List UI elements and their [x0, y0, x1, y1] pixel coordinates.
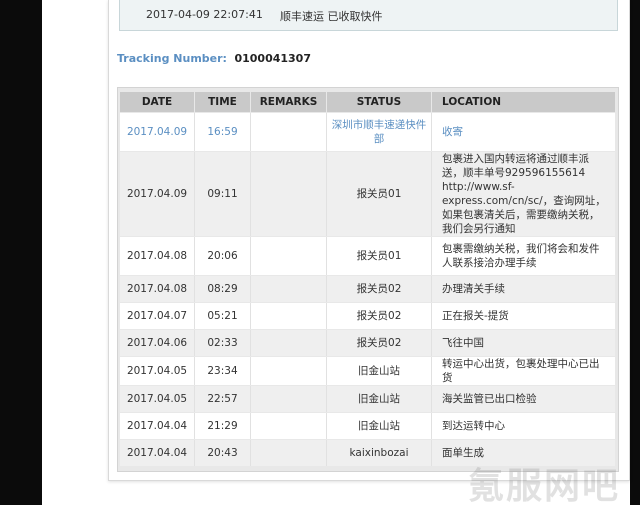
cell-status: 旧金山站: [327, 386, 432, 412]
cell-date: 2017.04.04: [120, 413, 195, 439]
cell-remarks: [251, 386, 327, 412]
tracking-number-line: Tracking Number: 0100041307: [117, 52, 311, 65]
cell-location: 到达运转中心: [432, 413, 615, 439]
cell-location: 飞往中国: [432, 330, 615, 356]
cell-remarks: [251, 276, 327, 302]
cell-time: 09:11: [195, 152, 251, 236]
cell-date: 2017.04.07: [120, 303, 195, 329]
tracking-table-container: DATE TIME REMARKS STATUS LOCATION 2017.0…: [117, 87, 619, 472]
cell-remarks: [251, 357, 327, 385]
cell-status: 旧金山站: [327, 357, 432, 385]
cell-time: 05:21: [195, 303, 251, 329]
cell-status: 报关员02: [327, 330, 432, 356]
cell-location: 转运中心出货，包裹处理中心已出货: [432, 357, 615, 385]
cell-remarks: [251, 330, 327, 356]
table-row: 2017.04.04 21:29 旧金山站 到达运转中心: [120, 413, 615, 439]
left-black-margin: [0, 0, 42, 505]
cell-status: 报关员02: [327, 303, 432, 329]
header-remarks: REMARKS: [251, 92, 327, 112]
cell-time: 08:29: [195, 276, 251, 302]
header-location: LOCATION: [432, 92, 615, 112]
previous-entry-box: 2017-04-09 22:07:41 顺丰速运 已收取快件: [119, 0, 618, 31]
table-row: 2017.04.08 08:29 报关员02 办理清关手续: [120, 276, 615, 302]
cell-remarks: [251, 113, 327, 151]
table-row: 2017.04.05 22:57 旧金山站 海关监管已出口检验: [120, 386, 615, 412]
cell-remarks: [251, 413, 327, 439]
cell-time: 22:57: [195, 386, 251, 412]
tracking-panel: 2017-04-09 22:07:41 顺丰速运 已收取快件 Tracking …: [108, 0, 630, 481]
cell-date: 2017.04.04: [120, 440, 195, 466]
cell-date: 2017.04.08: [120, 237, 195, 275]
cell-status: 报关员01: [327, 152, 432, 236]
header-date: DATE: [120, 92, 195, 112]
table-header-row: DATE TIME REMARKS STATUS LOCATION: [120, 92, 615, 112]
table-row: 2017.04.05 23:34 旧金山站 转运中心出货，包裹处理中心已出货: [120, 357, 615, 385]
cell-location: 海关监管已出口检验: [432, 386, 615, 412]
previous-entry-description: 顺丰速运 已收取快件: [280, 10, 383, 23]
table-body: 2017.04.09 16:59 深圳市顺丰速递快件部 收寄 2017.04.09 09:…: [120, 113, 615, 466]
table-row: 2017.04.08 20:06 报关员01 包裹需缴纳关税，我们将会和发件人联系接洽…: [120, 237, 615, 275]
cell-time: 20:06: [195, 237, 251, 275]
watermark-logo: 氪服网吧: [468, 466, 621, 507]
tracking-number-label: Tracking Number:: [117, 52, 227, 65]
cell-date: 2017.04.08: [120, 276, 195, 302]
cell-status: 深圳市顺丰速递快件部: [327, 113, 432, 151]
cell-date: 2017.04.09: [120, 152, 195, 236]
tracking-number-value: 0100041307: [234, 52, 311, 65]
table-row: 2017.04.06 02:33 报关员02 飞往中国: [120, 330, 615, 356]
cell-status: 报关员01: [327, 237, 432, 275]
cell-time: 16:59: [195, 113, 251, 151]
header-status: STATUS: [327, 92, 432, 112]
cell-date: 2017.04.05: [120, 386, 195, 412]
table-row: 2017.04.07 05:21 报关员02 正在报关-提货: [120, 303, 615, 329]
table-row: 2017.04.09 09:11 报关员01 包裹进入国内转运将通过顺丰派送，顺丰单号…: [120, 152, 615, 236]
tracking-table: DATE TIME REMARKS STATUS LOCATION 2017.0…: [120, 91, 615, 467]
cell-location: 正在报关-提货: [432, 303, 615, 329]
cell-date: 2017.04.09: [120, 113, 195, 151]
cell-remarks: [251, 303, 327, 329]
cell-remarks: [251, 237, 327, 275]
cell-date: 2017.04.06: [120, 330, 195, 356]
cell-location: 收寄: [432, 113, 615, 151]
table-row: 2017.04.09 16:59 深圳市顺丰速递快件部 收寄: [120, 113, 615, 151]
cell-location: 办理清关手续: [432, 276, 615, 302]
cell-location: 包裹进入国内转运将通过顺丰派送，顺丰单号929596155614 http://…: [432, 152, 615, 236]
cell-time: 21:29: [195, 413, 251, 439]
cell-time: 20:43: [195, 440, 251, 466]
cell-status: 报关员02: [327, 276, 432, 302]
cell-remarks: [251, 152, 327, 236]
previous-entry-date: 2017-04-09 22:07:41: [146, 8, 263, 21]
cell-remarks: [251, 440, 327, 466]
cell-time: 23:34: [195, 357, 251, 385]
cell-time: 02:33: [195, 330, 251, 356]
header-time: TIME: [195, 92, 251, 112]
right-black-margin: [630, 0, 640, 505]
cell-location: 包裹需缴纳关税，我们将会和发件人联系接洽办理手续: [432, 237, 615, 275]
cell-date: 2017.04.05: [120, 357, 195, 385]
cell-status: 旧金山站: [327, 413, 432, 439]
cell-status: kaixinbozai: [327, 440, 432, 466]
